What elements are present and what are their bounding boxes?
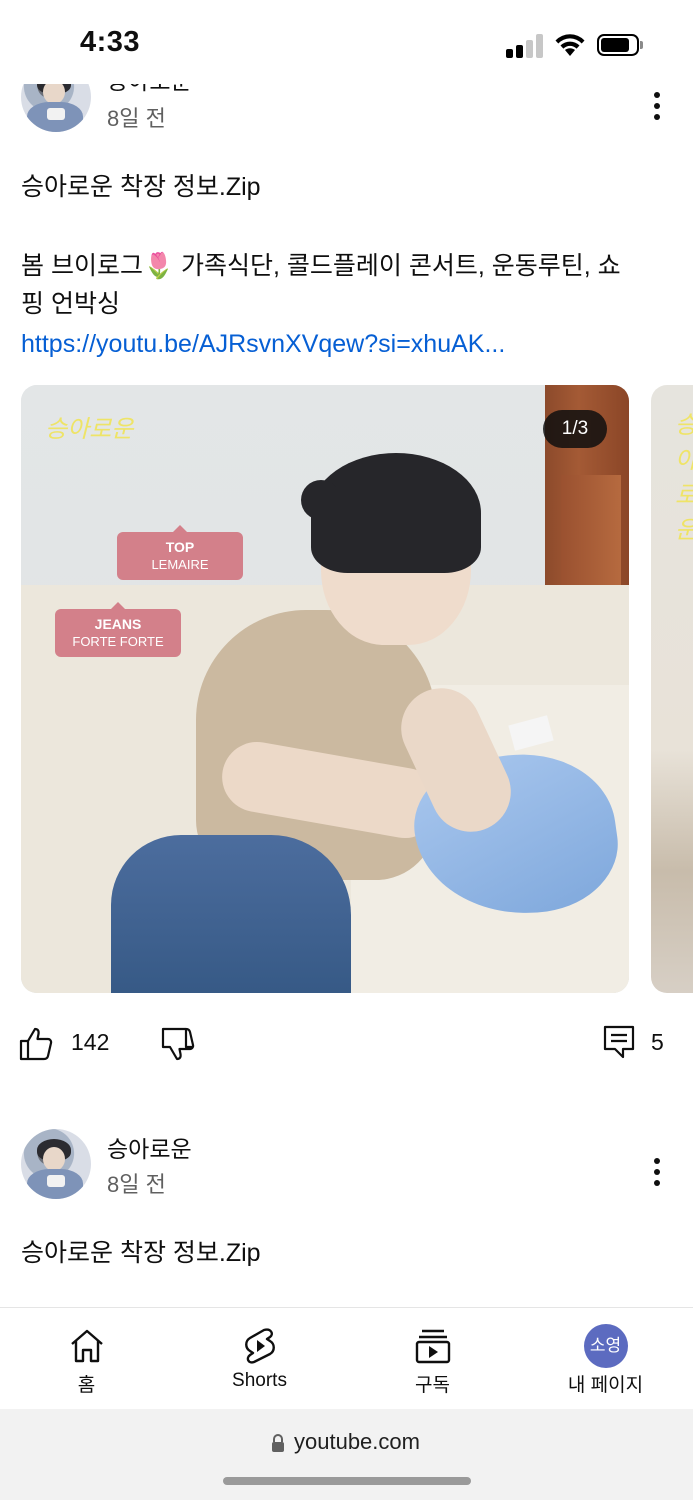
comment-count: 5 bbox=[651, 1029, 664, 1055]
nav-shorts-label: Shorts bbox=[232, 1370, 287, 1391]
nav-subscriptions[interactable]: 구독 bbox=[346, 1308, 519, 1410]
nav-home[interactable]: 홈 bbox=[0, 1308, 173, 1410]
tag-brand: FORTE FORTE bbox=[72, 634, 164, 649]
like-count: 142 bbox=[71, 1029, 110, 1055]
lock-icon bbox=[272, 1434, 284, 1452]
like-icon[interactable] bbox=[18, 1026, 54, 1062]
post-link[interactable]: https://youtu.be/AJRsvnXVqew?si=xhuAK... bbox=[21, 330, 505, 359]
more-vert-icon[interactable] bbox=[649, 88, 665, 124]
status-time: 4:33 bbox=[80, 26, 141, 58]
signal-icon bbox=[506, 34, 544, 58]
product-tag-top: TOP LEMAIRE bbox=[117, 525, 243, 580]
post-time: 8일 전 bbox=[107, 106, 166, 131]
nav-you-label: 내 페이지 bbox=[567, 1375, 644, 1396]
post-title: 승아로운 착장 정보.Zip bbox=[21, 1239, 261, 1267]
home-indicator[interactable] bbox=[223, 1477, 471, 1485]
subscriptions-icon bbox=[415, 1329, 450, 1364]
channel-name[interactable]: 승아로운 bbox=[107, 1130, 192, 1164]
status-bar: 4:33 bbox=[0, 0, 693, 84]
nav-shorts[interactable]: Shorts bbox=[173, 1308, 346, 1410]
battery-icon bbox=[597, 34, 643, 56]
image-counter: 1/3 bbox=[543, 410, 607, 448]
comment-icon[interactable] bbox=[602, 1024, 638, 1060]
post-title: 승아로운 착장 정보.Zip bbox=[21, 173, 261, 201]
channel-avatar[interactable] bbox=[21, 1129, 91, 1199]
url-text[interactable]: youtube.com bbox=[294, 1429, 420, 1455]
post-body-line: 핑 언박싱 bbox=[21, 290, 120, 318]
image-watermark: 승아로운 bbox=[45, 415, 134, 443]
nav-subscriptions-label: 구독 bbox=[415, 1375, 450, 1396]
post-image[interactable]: 승아로운 TOP LEMAIRE JEANS FORTE FORTE 1/3 bbox=[21, 385, 629, 993]
tag-title: JEANS bbox=[94, 616, 142, 632]
post-time: 8일 전 bbox=[107, 1172, 166, 1197]
dislike-icon[interactable] bbox=[160, 1026, 196, 1062]
next-image-peek[interactable]: 승아로운 bbox=[651, 385, 693, 993]
shorts-icon bbox=[244, 1328, 275, 1364]
tag-brand: LEMAIRE bbox=[151, 557, 209, 572]
browser-url-bar[interactable]: youtube.com bbox=[0, 1409, 693, 1500]
bottom-navigation: 홈 Shorts 구독 소영 내 페이지 bbox=[0, 1307, 693, 1409]
more-vert-icon[interactable] bbox=[649, 1154, 665, 1190]
user-avatar: 소영 bbox=[583, 1324, 628, 1368]
post-body-line: 봄 브이로그🌷 가족식단, 콜드플레이 콘서트, 운동루틴, 쇼 bbox=[21, 252, 621, 280]
nav-you[interactable]: 소영 내 페이지 bbox=[519, 1308, 692, 1410]
wifi-icon bbox=[555, 34, 585, 56]
product-tag-jeans: JEANS FORTE FORTE bbox=[55, 602, 181, 657]
image-watermark: 승아로운 bbox=[675, 405, 693, 545]
home-icon bbox=[70, 1329, 103, 1363]
tag-title: TOP bbox=[165, 539, 195, 555]
nav-home-label: 홈 bbox=[77, 1375, 96, 1396]
